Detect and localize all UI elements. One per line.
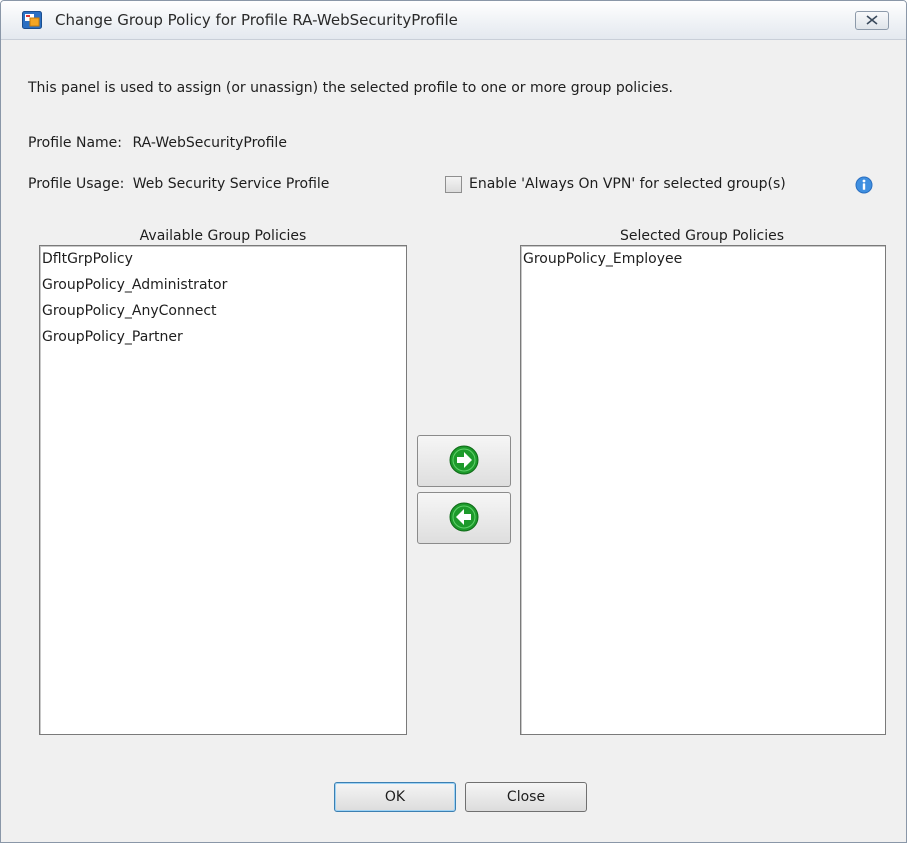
profile-name-value: RA-WebSecurityProfile: [132, 135, 287, 151]
profile-usage-label: Profile Usage:: [28, 176, 125, 192]
profile-name-label: Profile Name:: [28, 135, 123, 151]
list-item[interactable]: DfltGrpPolicy: [40, 246, 406, 272]
dialog-window: Change Group Policy for Profile RA-WebSe…: [0, 0, 907, 843]
add-to-selected-button[interactable]: [417, 435, 511, 487]
list-item[interactable]: GroupPolicy_Employee: [521, 246, 885, 272]
panel-description: This panel is used to assign (or unassig…: [28, 80, 674, 96]
window-title: Change Group Policy for Profile RA-WebSe…: [55, 11, 458, 29]
close-button[interactable]: [855, 11, 889, 30]
title-bar[interactable]: Change Group Policy for Profile RA-WebSe…: [1, 1, 906, 40]
close-x-icon: [866, 15, 878, 25]
always-on-vpn-label[interactable]: Enable 'Always On VPN' for selected grou…: [469, 176, 786, 192]
remove-from-selected-button[interactable]: [417, 492, 511, 544]
available-policies-list[interactable]: DfltGrpPolicy GroupPolicy_Administrator …: [39, 245, 407, 735]
list-item[interactable]: GroupPolicy_Administrator: [40, 272, 406, 298]
available-policies-header: Available Group Policies: [139, 228, 307, 244]
profile-name-row: Profile Name: RA-WebSecurityProfile: [28, 135, 287, 151]
info-icon[interactable]: [855, 176, 873, 198]
profile-usage-row: Profile Usage: Web Security Service Prof…: [28, 176, 329, 192]
arrow-right-icon: [449, 445, 479, 475]
always-on-vpn-checkbox[interactable]: [445, 176, 462, 193]
list-item[interactable]: GroupPolicy_AnyConnect: [40, 298, 406, 324]
app-icon: [22, 11, 42, 29]
close-dialog-button[interactable]: Close: [465, 782, 587, 812]
selected-policies-header: Selected Group Policies: [620, 228, 784, 244]
ok-button[interactable]: OK: [334, 782, 456, 812]
profile-usage-value: Web Security Service Profile: [132, 176, 330, 192]
arrow-left-icon: [449, 502, 479, 532]
selected-policies-list[interactable]: GroupPolicy_Employee: [520, 245, 886, 735]
list-item[interactable]: GroupPolicy_Partner: [40, 324, 406, 350]
